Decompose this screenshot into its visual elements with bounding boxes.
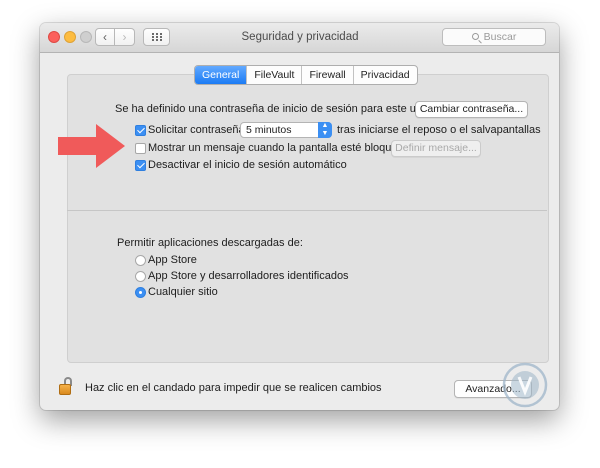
lock-text: Haz clic en el candado para impedir que … <box>85 382 382 394</box>
radio-anywhere-label: Cualquier sitio <box>148 286 218 298</box>
chevron-right-icon: › <box>122 30 127 44</box>
require-password-checkbox[interactable] <box>135 125 146 136</box>
close-window-button[interactable] <box>48 31 60 43</box>
password-delay-select[interactable]: 5 minutos ▲ ▼ <box>240 122 332 138</box>
disable-autologin-checkbox[interactable] <box>135 160 146 171</box>
grid-icon <box>152 33 162 41</box>
tab-bar: General FileVault Firewall Privacidad <box>194 65 418 85</box>
search-icon <box>471 33 479 40</box>
zoom-window-button[interactable] <box>80 31 92 43</box>
radio-app-store[interactable] <box>135 255 146 266</box>
forward-button[interactable]: › <box>115 28 135 46</box>
show-message-checkbox[interactable] <box>135 143 146 154</box>
tab-firewall[interactable]: Firewall <box>301 66 352 84</box>
general-panel: Se ha definido una contraseña de inicio … <box>67 74 549 363</box>
show-all-button[interactable] <box>143 28 170 46</box>
red-arrow-icon <box>58 124 125 168</box>
change-password-button[interactable]: Cambiar contraseña... <box>415 101 528 118</box>
window-title: Seguridad y privacidad <box>241 31 359 43</box>
disable-autologin-label: Desactivar el inicio de sesión automátic… <box>148 159 347 171</box>
radio-anywhere[interactable] <box>135 287 146 298</box>
radio-app-store-label: App Store <box>148 254 197 266</box>
lock-icon[interactable] <box>59 377 73 395</box>
show-message-label: Mostrar un mensaje cuando la pantalla es… <box>148 142 416 154</box>
title-bar: ‹ › Seguridad y privacidad Buscar <box>40 23 559 53</box>
watermark-logo-icon <box>502 362 548 408</box>
back-button[interactable]: ‹ <box>95 28 115 46</box>
password-delay-value: 5 minutos <box>246 124 292 136</box>
search-field[interactable]: Buscar <box>442 28 546 46</box>
chevron-up-down-icon: ▲ ▼ <box>318 122 332 138</box>
radio-app-store-identified[interactable] <box>135 271 146 282</box>
chevron-left-icon: ‹ <box>103 30 107 44</box>
set-message-button[interactable]: Definir mensaje... <box>391 140 481 157</box>
tab-privacidad[interactable]: Privacidad <box>352 66 417 84</box>
require-password-label: Solicitar contraseña <box>148 124 245 136</box>
require-password-suffix: tras iniciarse el reposo o el salvapanta… <box>337 124 541 136</box>
tab-general[interactable]: General <box>195 66 247 84</box>
radio-app-store-identified-label: App Store y desarrolladores identificado… <box>148 270 349 282</box>
search-placeholder: Buscar <box>483 31 517 43</box>
apps-heading: Permitir aplicaciones descargadas de: <box>117 237 303 249</box>
preferences-window: ‹ › Seguridad y privacidad Buscar Genera… <box>40 23 559 410</box>
password-set-text: Se ha definido una contraseña de inicio … <box>115 103 446 115</box>
minimize-window-button[interactable] <box>64 31 76 43</box>
section-divider <box>67 210 547 211</box>
tab-filevault[interactable]: FileVault <box>246 66 301 84</box>
